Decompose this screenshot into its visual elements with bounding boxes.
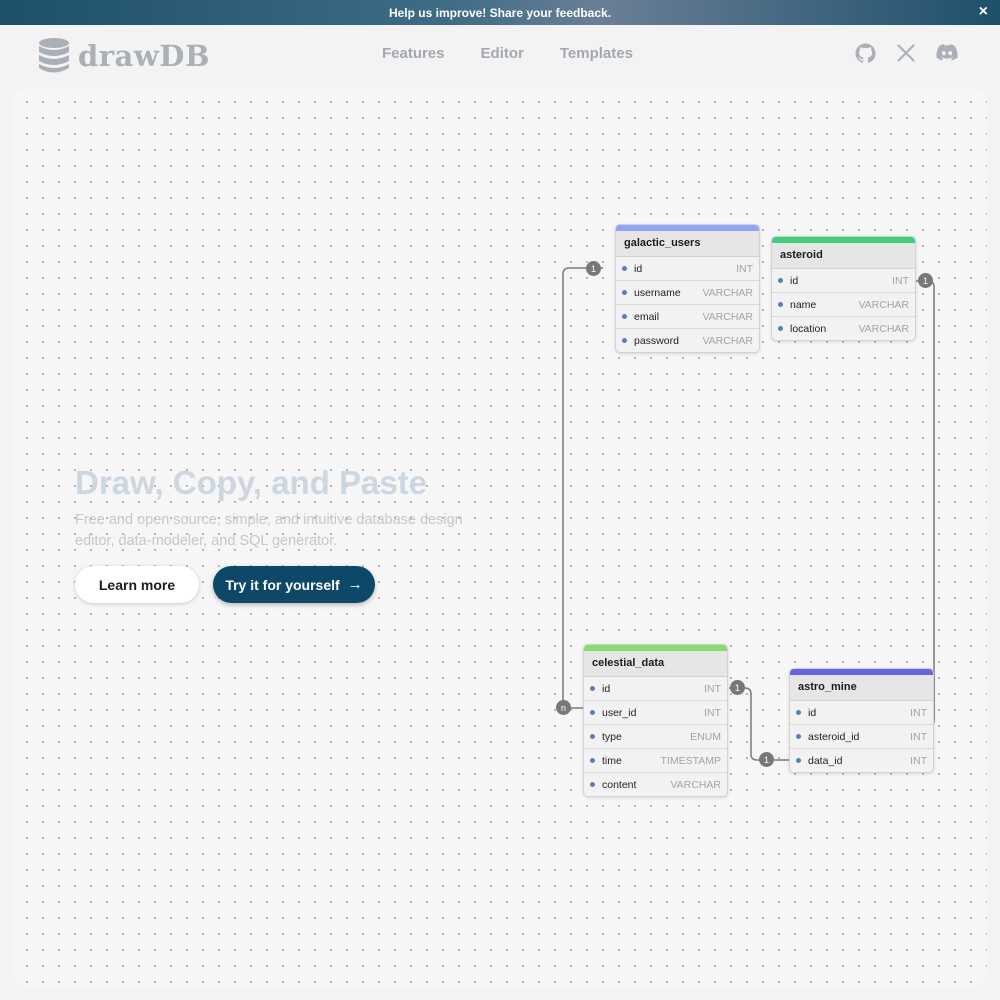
nav-link-features[interactable]: Features <box>382 45 445 62</box>
table-field[interactable]: id INT <box>772 269 915 293</box>
field-handle-icon[interactable] <box>622 314 627 319</box>
feedback-banner[interactable]: Help us improve! Share your feedback. × <box>0 0 1000 25</box>
database-icon <box>39 38 69 73</box>
diagram-canvas[interactable]: Draw, Copy, and Paste Free and open sour… <box>13 88 987 986</box>
field-handle-icon[interactable] <box>590 710 595 715</box>
field-type: VARCHAR <box>702 334 753 347</box>
field-name: id <box>634 262 643 275</box>
field-type: TIMESTAMP <box>660 754 721 767</box>
field-type: VARCHAR <box>858 322 909 335</box>
relation-label-one: 1 <box>759 752 774 767</box>
nav-link-editor[interactable]: Editor <box>481 45 524 62</box>
field-type: VARCHAR <box>702 286 753 299</box>
field-handle-icon[interactable] <box>622 290 627 295</box>
relation-label-one: 1 <box>586 261 601 276</box>
table-name: asteroid <box>772 243 915 269</box>
field-handle-icon[interactable] <box>590 734 595 739</box>
table-celestial-data[interactable]: celestial_data id INT user_id INT type ENUM… <box>583 644 728 797</box>
relationship-lines <box>562 267 935 761</box>
table-asteroid[interactable]: asteroid id INT name VARCHAR location VARCH… <box>771 236 916 341</box>
table-field[interactable]: location VARCHAR <box>772 317 915 340</box>
field-type: INT <box>910 730 927 743</box>
field-type: INT <box>910 754 927 767</box>
field-type: INT <box>910 706 927 719</box>
field-handle-icon[interactable] <box>796 734 801 739</box>
relation-asteroid-mine <box>915 280 935 727</box>
relation-label-one: 1 <box>730 680 745 695</box>
x-link[interactable] <box>896 43 916 63</box>
table-field[interactable]: content VARCHAR <box>584 773 727 796</box>
feedback-banner-text[interactable]: Help us improve! Share your feedback. <box>389 6 611 20</box>
github-icon[interactable] <box>855 43 876 64</box>
field-type: ENUM <box>690 730 721 743</box>
field-type: INT <box>736 262 753 275</box>
field-name: username <box>634 286 681 299</box>
field-handle-icon[interactable] <box>622 266 627 271</box>
table-field[interactable]: id INT <box>584 677 727 701</box>
field-name: password <box>634 334 679 347</box>
table-name: astro_mine <box>790 675 933 701</box>
field-handle-icon[interactable] <box>778 278 783 283</box>
table-name: galactic_users <box>616 231 759 257</box>
field-name: asteroid_id <box>808 730 860 743</box>
discord-icon[interactable] <box>936 43 958 63</box>
relation-users-data <box>562 267 603 709</box>
field-name: email <box>634 310 660 323</box>
field-type: INT <box>892 274 909 287</box>
field-name: type <box>602 730 622 743</box>
navbar: drawDB Features Editor Templates <box>0 25 1000 85</box>
close-icon[interactable]: × <box>979 3 988 21</box>
field-type: VARCHAR <box>702 310 753 323</box>
relation-data-mine <box>729 687 789 761</box>
table-field[interactable]: time TIMESTAMP <box>584 749 727 773</box>
table-astro-mine[interactable]: astro_mine id INT asteroid_id INT data_id I… <box>789 668 934 773</box>
field-handle-icon[interactable] <box>778 302 783 307</box>
table-field[interactable]: data_id INT <box>790 749 933 772</box>
field-name: location <box>790 322 827 335</box>
field-handle-icon[interactable] <box>590 686 595 691</box>
brand-name: drawDB <box>78 39 210 73</box>
nav-links: Features Editor Templates <box>364 45 651 62</box>
field-name: name <box>790 298 817 311</box>
table-field[interactable]: asteroid_id INT <box>790 725 933 749</box>
relation-label-many: n <box>556 700 571 715</box>
table-field[interactable]: id INT <box>616 257 759 281</box>
field-type: INT <box>704 682 721 695</box>
table-name: celestial_data <box>584 651 727 677</box>
field-name: id <box>602 682 611 695</box>
github-link[interactable] <box>855 43 876 64</box>
table-field[interactable]: password VARCHAR <box>616 329 759 352</box>
field-handle-icon[interactable] <box>778 326 783 331</box>
field-name: data_id <box>808 754 843 767</box>
nav-link-templates[interactable]: Templates <box>560 45 633 62</box>
field-handle-icon[interactable] <box>796 710 801 715</box>
field-handle-icon[interactable] <box>796 758 801 763</box>
field-handle-icon[interactable] <box>622 338 627 343</box>
table-field[interactable]: name VARCHAR <box>772 293 915 317</box>
field-type: INT <box>704 706 721 719</box>
field-name: time <box>602 754 622 767</box>
field-name: id <box>790 274 799 287</box>
field-handle-icon[interactable] <box>590 782 595 787</box>
table-field[interactable]: email VARCHAR <box>616 305 759 329</box>
table-field[interactable]: type ENUM <box>584 725 727 749</box>
table-galactic-users[interactable]: galactic_users id INT username VARCHAR ema… <box>615 224 760 353</box>
field-type: VARCHAR <box>858 298 909 311</box>
field-name: content <box>602 778 637 791</box>
x-icon[interactable] <box>896 43 916 63</box>
field-type: VARCHAR <box>670 778 721 791</box>
table-field[interactable]: username VARCHAR <box>616 281 759 305</box>
logo[interactable]: drawDB <box>36 37 210 75</box>
field-name: user_id <box>602 706 637 719</box>
table-field[interactable]: id INT <box>790 701 933 725</box>
field-name: id <box>808 706 817 719</box>
field-handle-icon[interactable] <box>590 758 595 763</box>
table-field[interactable]: user_id INT <box>584 701 727 725</box>
discord-link[interactable] <box>936 43 958 63</box>
relation-label-one: 1 <box>918 273 933 288</box>
